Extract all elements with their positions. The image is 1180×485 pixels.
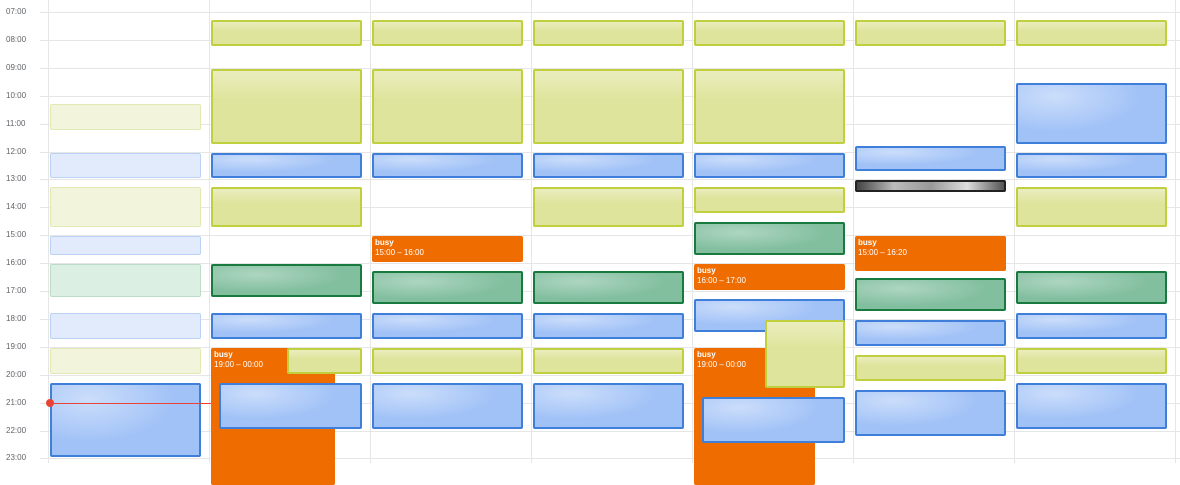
calendar-event[interactable] — [372, 347, 523, 374]
calendar-event[interactable] — [211, 19, 362, 46]
calendar-event[interactable] — [211, 152, 362, 179]
day-column-divider — [370, 0, 371, 463]
current-time-dot — [46, 398, 54, 407]
calendar-event[interactable] — [50, 347, 201, 374]
day-column-divider — [1014, 0, 1015, 463]
hour-label: 09:00 — [6, 62, 27, 72]
calendar-event[interactable] — [50, 103, 201, 130]
event-time-range: 15:00 – 16:20 — [858, 248, 907, 258]
calendar-event[interactable] — [533, 312, 684, 339]
calendar-event[interactable] — [50, 382, 201, 458]
calendar-event[interactable] — [1016, 82, 1167, 144]
day-column-divider — [531, 0, 532, 463]
calendar-event[interactable] — [694, 187, 845, 214]
event-time-range: 15:00 – 16:00 — [375, 248, 424, 258]
hour-label: 22:00 — [6, 425, 27, 435]
calendar-event[interactable] — [694, 19, 845, 46]
calendar-event[interactable] — [211, 187, 362, 228]
hour-label: 13:00 — [6, 174, 27, 184]
calendar-event[interactable] — [855, 319, 1006, 346]
calendar-event[interactable] — [50, 264, 201, 297]
current-time-line — [50, 402, 215, 404]
calendar-event[interactable] — [855, 145, 1006, 172]
hour-gridline — [40, 235, 1180, 237]
calendar-event[interactable] — [372, 271, 523, 304]
calendar-event[interactable] — [855, 389, 1006, 437]
calendar-event[interactable] — [694, 152, 845, 179]
hour-label: 12:00 — [6, 146, 27, 156]
day-column-divider — [853, 0, 854, 463]
busy-event[interactable]: busy 16:00 – 17:00 — [694, 264, 845, 290]
event-title: busy — [858, 238, 877, 248]
event-title: busy — [375, 238, 394, 248]
hour-label: 21:00 — [6, 397, 27, 407]
calendar-event[interactable] — [533, 187, 684, 228]
calendar-event[interactable] — [50, 236, 201, 256]
calendar-event[interactable] — [218, 382, 362, 430]
calendar-event[interactable] — [1016, 19, 1167, 46]
event-title: busy — [697, 266, 716, 276]
hour-gridline — [40, 12, 1180, 13]
calendar-event[interactable] — [694, 222, 845, 256]
hour-label: 19:00 — [6, 341, 27, 351]
calendar-event[interactable] — [533, 271, 684, 304]
hour-label: 08:00 — [6, 34, 27, 44]
hour-label: 23:00 — [6, 453, 27, 463]
day-column-divider — [48, 0, 49, 463]
day-column-divider — [692, 0, 693, 463]
calendar-event[interactable] — [855, 278, 1006, 311]
calendar-event[interactable] — [372, 152, 523, 179]
calendar-event[interactable] — [533, 19, 684, 46]
calendar-event[interactable] — [764, 319, 845, 388]
calendar-event[interactable] — [50, 152, 201, 179]
calendar-event[interactable] — [533, 382, 684, 430]
hour-label: 11:00 — [6, 118, 26, 128]
calendar-event[interactable] — [1016, 152, 1167, 179]
day-column-divider — [209, 0, 210, 463]
hour-label: 14:00 — [6, 202, 27, 212]
hour-label: 15:00 — [6, 230, 27, 240]
calendar-event[interactable] — [211, 264, 362, 297]
calendar-event[interactable] — [50, 312, 201, 339]
day-column-divider — [1175, 0, 1176, 463]
calendar-event[interactable] — [372, 19, 523, 46]
hour-label: 10:00 — [6, 90, 27, 100]
calendar-event[interactable] — [50, 187, 201, 228]
calendar-event[interactable] — [372, 382, 523, 430]
calendar-event[interactable] — [1016, 312, 1167, 339]
hour-label: 07:00 — [6, 7, 27, 16]
calendar-event[interactable] — [1016, 347, 1167, 374]
calendar-event[interactable] — [1016, 271, 1167, 304]
calendar-event[interactable] — [855, 354, 1006, 381]
calendar-event[interactable] — [701, 396, 845, 444]
hour-label: 20:00 — [6, 369, 27, 379]
calendar-event[interactable] — [1016, 187, 1167, 228]
calendar-event[interactable] — [855, 19, 1006, 46]
calendar-event[interactable] — [855, 180, 1006, 193]
calendar-event[interactable] — [372, 312, 523, 339]
hour-label: 16:00 — [6, 258, 27, 268]
calendar-event[interactable] — [533, 347, 684, 374]
calendar-event[interactable] — [1016, 382, 1167, 430]
event-time-range: 16:00 – 17:00 — [697, 276, 746, 286]
week-calendar-grid: 07:00 08:00 09:00 10:00 11:00 12:00 13:00 14:00… — [0, 0, 1180, 485]
calendar-event[interactable] — [286, 347, 362, 374]
hour-label: 18:00 — [6, 313, 27, 323]
calendar-event[interactable] — [211, 312, 362, 339]
busy-event[interactable]: busy 15:00 – 16:20 — [855, 236, 1006, 272]
calendar-event[interactable] — [533, 68, 684, 144]
calendar-event[interactable] — [533, 152, 684, 179]
calendar-event[interactable] — [694, 68, 845, 144]
calendar-event[interactable] — [372, 68, 523, 144]
calendar-event[interactable] — [211, 68, 362, 144]
hour-label: 17:00 — [6, 286, 27, 295]
hour-gridline — [40, 179, 1180, 181]
busy-event[interactable]: busy 15:00 – 16:00 — [372, 236, 523, 263]
